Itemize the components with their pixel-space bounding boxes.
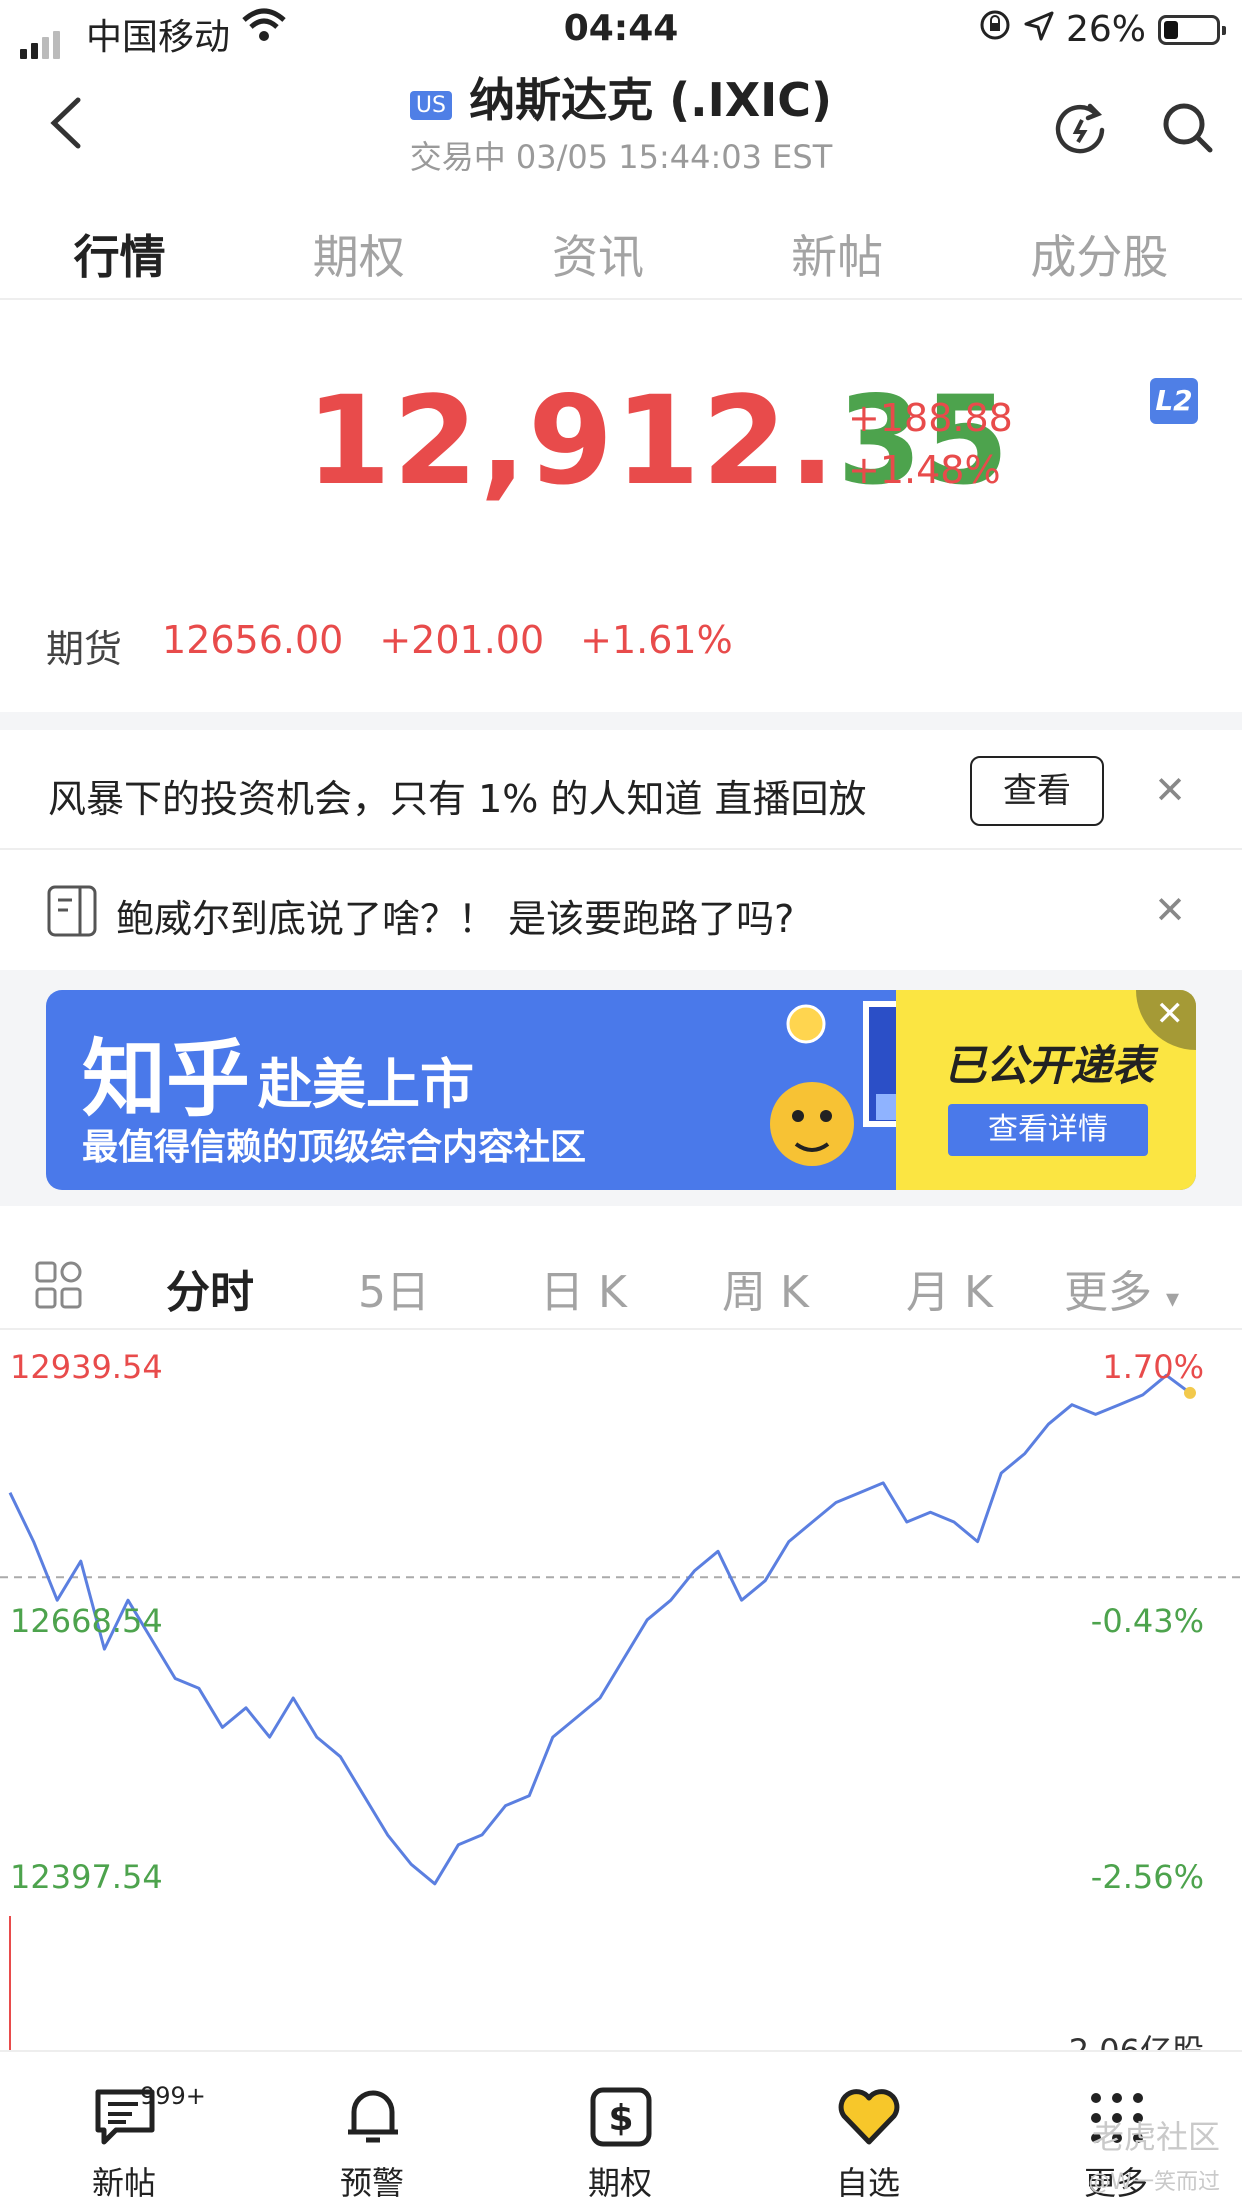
y-label-pct-low: -2.56%: [1090, 1858, 1204, 1896]
banner-brand: 知乎: [82, 1030, 251, 1128]
price-series-line: [8, 1373, 1191, 1886]
futures-change-pct: +1.61%: [580, 618, 733, 662]
y-label-low: 12397.54: [10, 1858, 163, 1896]
watermark-author: @W一笑而过: [1088, 2170, 1220, 2195]
nav-posts-label: 新帖: [91, 2164, 156, 2202]
page-title: 纳斯达克 (.IXIC): [469, 73, 833, 127]
ad-banner[interactable]: 知乎 赴美上市 最值得信赖的顶级综合内容社区 已公开递表 查看详情 ✕: [46, 990, 1196, 1190]
news-promo-text: 鲍威尔到底说了啥？！ 是该要跑路了吗?: [116, 897, 795, 941]
search-icon: [1163, 103, 1213, 153]
tab-more[interactable]: 更多 ▾: [1064, 1256, 1179, 1320]
tab-news[interactable]: 资讯: [552, 221, 644, 287]
svg-text:$: $: [608, 2098, 633, 2139]
futures-price: 12656.00: [162, 618, 344, 662]
price-change: +188.88 +1.48%: [848, 392, 1013, 496]
tab-quote[interactable]: 行情: [74, 221, 166, 287]
level2-badge[interactable]: L2: [1150, 378, 1198, 424]
news-promo[interactable]: 鲍威尔到底说了啥？！ 是该要跑路了吗? ✕: [0, 852, 1242, 970]
price-integer: 12,912.: [306, 370, 838, 512]
nav-alerts-label: 预警: [339, 2164, 404, 2202]
posts-badge: 999+: [140, 2082, 206, 2110]
futures-change-abs: +201.00: [379, 618, 545, 662]
banner-headline: 赴美上市: [258, 1053, 474, 1116]
view-button[interactable]: 查看: [970, 756, 1104, 826]
banner-detail-button[interactable]: 查看详情: [948, 1104, 1148, 1156]
chart-canvas: [0, 1373, 1242, 2056]
tab-posts[interactable]: 新帖: [791, 221, 883, 287]
section-divider: [0, 712, 1242, 730]
caret-down-icon: ▾: [1166, 1284, 1180, 1314]
location-icon: [1024, 9, 1054, 50]
y-label-high: 12939.54: [10, 1348, 163, 1386]
tab-intraday[interactable]: 分时: [166, 1256, 254, 1320]
change-abs: +188.88: [848, 396, 1013, 440]
share-button[interactable]: [1052, 100, 1108, 156]
battery-icon: [1158, 14, 1226, 45]
document-icon: [47, 885, 97, 937]
futures-row[interactable]: 期货 12656.00 +201.00 +1.61%: [46, 618, 733, 673]
banner-right-title: 已公开递表: [943, 1041, 1154, 1090]
intraday-chart[interactable]: 12939.54 12668.54 12397.54 1.70% -0.43% …: [0, 1336, 1242, 2070]
tab-components[interactable]: 成分股: [1030, 221, 1168, 287]
layout-grid-icon[interactable]: [34, 1260, 84, 1310]
nav-watchlist-label: 自选: [835, 2164, 900, 2202]
live-promo-text: 风暴下的投资机会，只有 1% 的人知道 直播回放: [48, 777, 867, 821]
tab-5day[interactable]: 5日: [358, 1256, 430, 1320]
banner-tagline: 最值得信赖的顶级综合内容社区: [82, 1127, 587, 1168]
bottom-nav: 999+ 新帖 预警 $ 期权 自选 更多 老虎社区 @W一笑而过: [0, 2050, 1242, 2208]
search-button[interactable]: [1160, 100, 1216, 156]
heart-icon: [838, 2089, 900, 2145]
close-news-promo-button[interactable]: ✕: [1154, 888, 1186, 932]
live-promo[interactable]: 风暴下的投资机会，只有 1% 的人知道 直播回放 查看 ✕: [0, 730, 1242, 850]
y-label-pct-high: 1.70%: [1102, 1348, 1204, 1386]
y-label-pct-mid: -0.43%: [1090, 1602, 1204, 1640]
market-badge: US: [409, 91, 452, 120]
main-tabs: 行情 期权 资讯 新帖 成分股: [0, 210, 1242, 300]
tab-daily-k[interactable]: 日 K: [540, 1256, 627, 1320]
nav-options-label: 期权: [587, 2164, 652, 2202]
tab-monthly-k[interactable]: 月 K: [906, 1256, 993, 1320]
watermark: 老虎社区: [1091, 2118, 1220, 2156]
chart-period-tabs: 分时 5日 日 K 周 K 月 K 更多 ▾: [0, 1230, 1242, 1330]
dollar-icon: $: [590, 2087, 652, 2147]
last-price-point: [1184, 1386, 1196, 1399]
close-live-promo-button[interactable]: ✕: [1154, 768, 1186, 812]
tab-weekly-k[interactable]: 周 K: [722, 1256, 809, 1320]
battery-percent: 26%: [1065, 9, 1146, 50]
bell-icon: [348, 2090, 398, 2143]
rotation-lock-icon: [978, 8, 1012, 51]
change-pct: +1.48%: [848, 448, 1001, 492]
tab-more-label: 更多: [1064, 1267, 1152, 1318]
futures-label: 期货: [46, 627, 123, 671]
status-bar: 中国移动 04:44 26%: [0, 0, 1242, 60]
refresh-share-icon: [1055, 103, 1105, 154]
tab-options[interactable]: 期权: [313, 221, 405, 287]
header: US 纳斯达克 (.IXIC) 交易中 03/05 15:44:03 EST: [0, 60, 1242, 180]
y-label-mid: 12668.54: [10, 1602, 163, 1640]
